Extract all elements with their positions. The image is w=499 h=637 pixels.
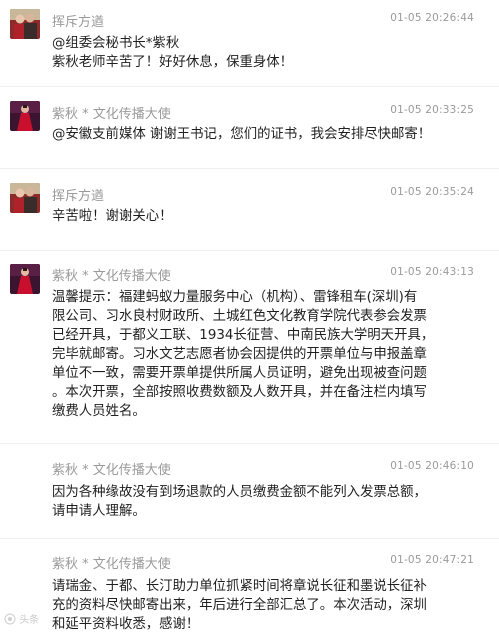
timestamp: 01-05 20:46:10: [390, 460, 474, 472]
timestamp: 01-05 20:26:44: [390, 12, 474, 24]
message-line: 温馨提示：福建蚂蚁力量服务中心（机构）、雷锋租车(深圳)有: [52, 290, 418, 305]
divider: [0, 168, 499, 169]
divider: [0, 86, 499, 87]
message-line: @组委会秘书长*紫秋: [52, 36, 180, 51]
message-line: 和延平资料收悉，感谢！: [52, 617, 200, 632]
timestamp: 01-05 20:47:21: [390, 554, 474, 566]
message-line: 。本次开票，全部按照收费数额及人数开具，并在备注栏内填写: [52, 385, 427, 400]
woman-red-dress-avatar-icon: [10, 264, 40, 294]
message-line: 已经开具，于都义工联、1934长征营、中南民族大学明天开具，: [52, 328, 435, 343]
couple-photo-avatar-icon: [10, 183, 40, 213]
message-line: @安徽支前媒体 谢谢王书记，您们的证书，我会安排尽快邮寄！: [52, 127, 432, 142]
message-text: 辛苦啦！谢谢关心！: [52, 207, 482, 226]
message-line: 请申请人理解。: [52, 504, 146, 519]
divider: [0, 443, 499, 444]
timestamp: 01-05 20:33:25: [390, 104, 474, 116]
avatar[interactable]: [10, 9, 40, 39]
message-text: 因为各种缘故没有到场退款的人员缴费金额不能列入发票总额， 请申请人理解。: [52, 483, 482, 521]
message-text: @安徽支前媒体 谢谢王书记，您们的证书，我会安排尽快邮寄！: [52, 125, 482, 144]
message-text: 请瑞金、于都、长汀助力单位抓紧时间将章说长征和墨说长征补 充的资料尽快邮寄出来，…: [52, 577, 482, 634]
divider: [0, 538, 499, 539]
sender-name[interactable]: 紫秋 * 文化传播大使: [52, 103, 171, 122]
sender-name[interactable]: 挥斥方遒: [52, 11, 104, 30]
woman-red-dress-avatar-icon: [10, 101, 40, 131]
message-line: 请瑞金、于都、长汀助力单位抓紧时间将章说长征和墨说长征补: [52, 579, 427, 594]
message-line: 完毕就邮寄。习水文艺志愿者协会因提供的开票单位与申报盖章: [52, 347, 427, 362]
sender-name[interactable]: 挥斥方遒: [52, 185, 104, 204]
couple-photo-avatar-icon: [10, 9, 40, 39]
divider: [0, 250, 499, 251]
timestamp: 01-05 20:35:24: [390, 186, 474, 198]
watermark-text: 头条: [19, 615, 40, 626]
sender-name[interactable]: 紫秋 * 文化传播大使: [52, 553, 171, 572]
watermark: 头条: [4, 611, 39, 626]
sender-name[interactable]: 紫秋 * 文化传播大使: [52, 459, 171, 478]
message-line: 紫秋老师辛苦了！好好休息，保重身体！: [52, 55, 294, 70]
avatar[interactable]: [10, 101, 40, 131]
message-line: 限公司、习水良村财政所、土城红色文化教育学院代表参会发票: [52, 309, 427, 324]
message-line: 缴费人员姓名。: [52, 404, 146, 419]
timestamp: 01-05 20:43:13: [390, 266, 474, 278]
message-line: 因为各种缘故没有到场退款的人员缴费金额不能列入发票总额，: [52, 485, 427, 500]
message-line: 单位不一致，需要开票单提供所属人员证明，避免出现被查问题: [52, 366, 427, 381]
toutiao-logo-icon: [4, 613, 16, 625]
message-line: 辛苦啦！谢谢关心！: [52, 209, 173, 224]
avatar[interactable]: [10, 264, 40, 294]
sender-name[interactable]: 紫秋 * 文化传播大使: [52, 265, 171, 284]
message-line: 充的资料尽快邮寄出来，年后进行全部汇总了。本次活动，深圳: [52, 598, 427, 613]
message-text: @组委会秘书长*紫秋 紫秋老师辛苦了！好好休息，保重身体！: [52, 34, 482, 72]
message-text: 温馨提示：福建蚂蚁力量服务中心（机构）、雷锋租车(深圳)有 限公司、习水良村财政…: [52, 288, 482, 421]
avatar[interactable]: [10, 183, 40, 213]
